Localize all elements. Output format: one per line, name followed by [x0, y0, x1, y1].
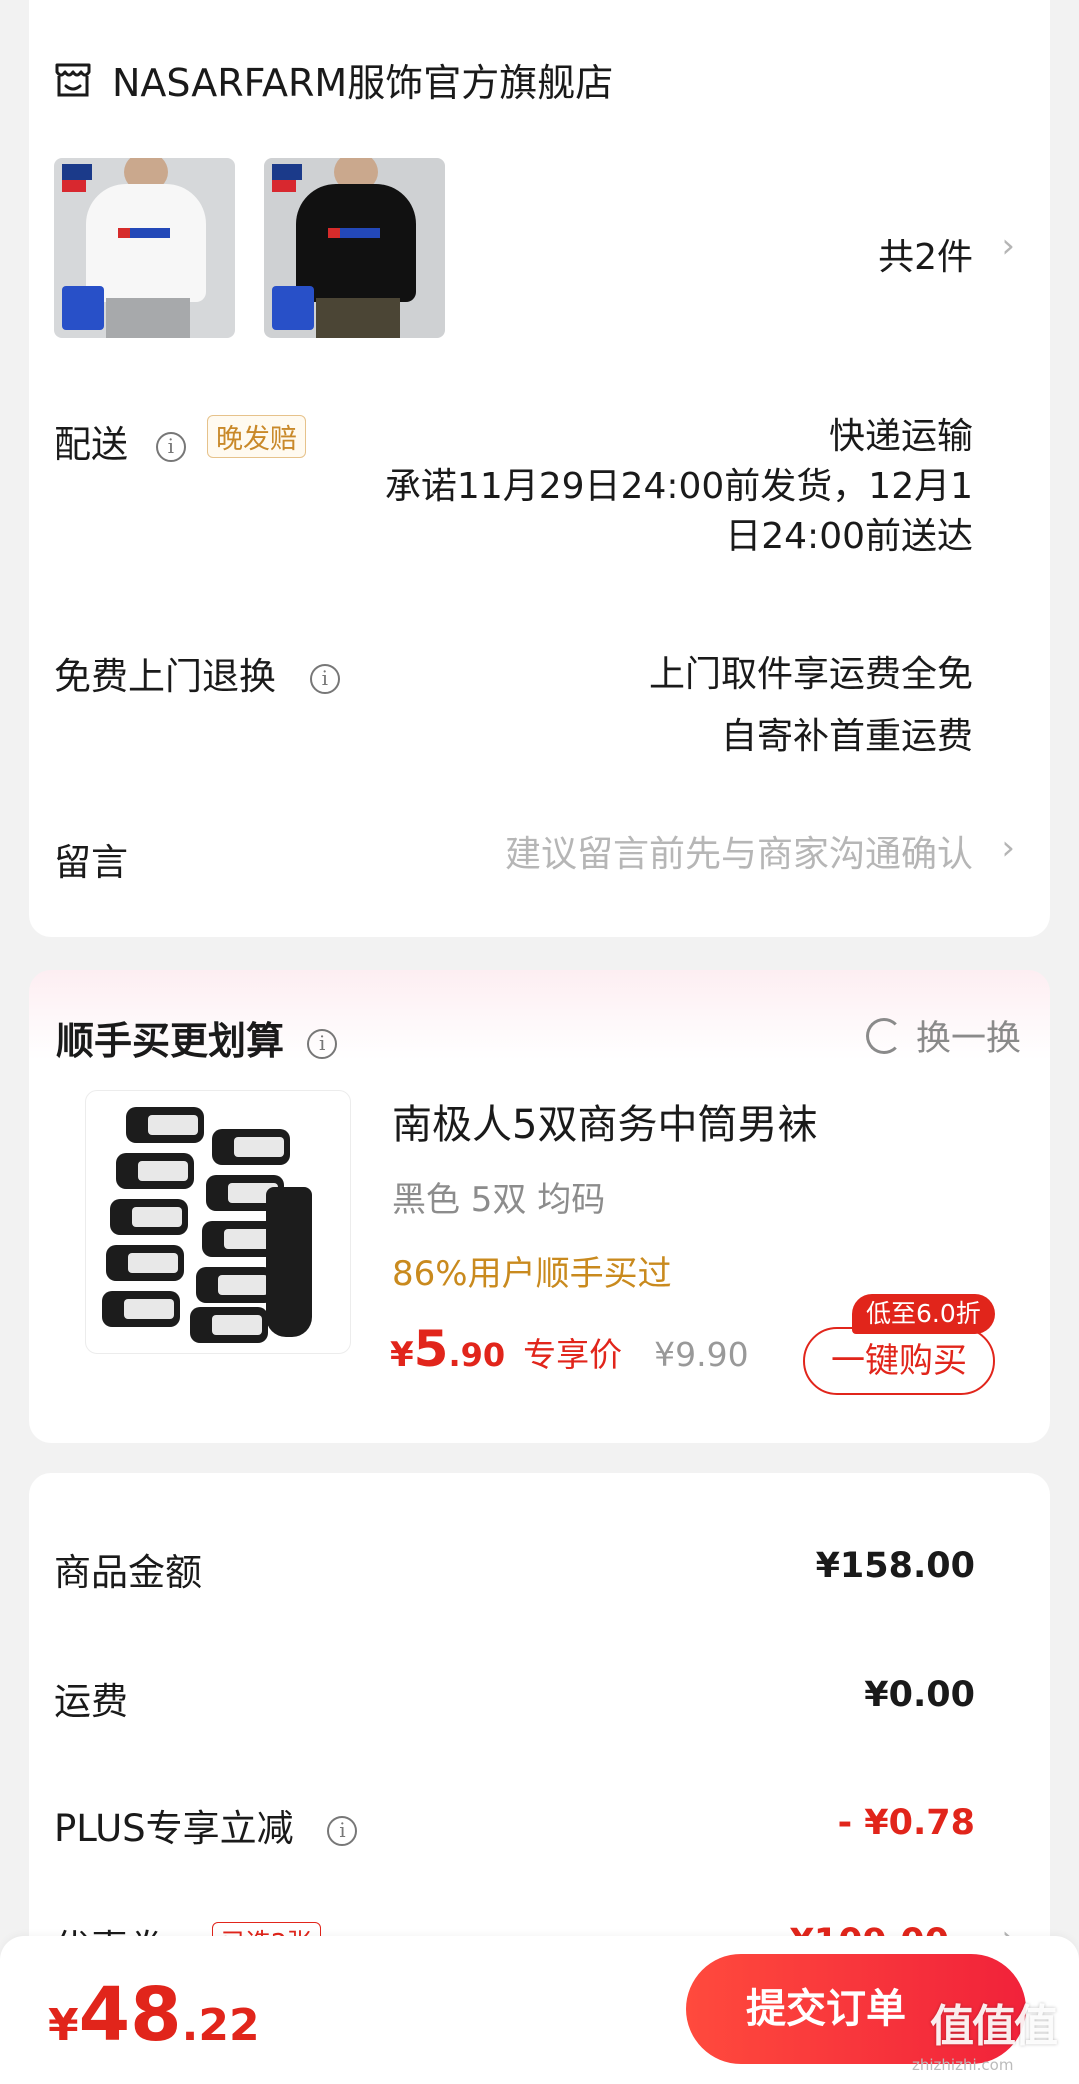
watermark-logo: 值值值 [930, 2001, 1058, 2052]
chevron-right-icon[interactable]: › [1001, 226, 1015, 266]
store-name: NASARFARM服饰官方旗舰店 [112, 61, 614, 105]
store-icon [55, 63, 91, 96]
product-thumbnail[interactable] [264, 158, 445, 338]
item-count[interactable]: 共2件 [878, 228, 973, 280]
delivery-row-label: 配送 i [54, 414, 186, 468]
price-currency: ¥ [390, 1335, 414, 1375]
one-click-buy-button[interactable]: 一键购买 [803, 1327, 995, 1395]
plus-discount-label: PLUS专享立减 [54, 1807, 294, 1850]
shipping-value: ¥0.00 [864, 1675, 975, 1715]
returns-line1: 上门取件享运费全免 [648, 654, 973, 695]
delivery-label: 配送 [54, 423, 128, 466]
late-compensation-badge: 晚发赔 [207, 415, 306, 458]
chevron-right-icon[interactable]: › [1001, 828, 1015, 868]
total-decimal: .22 [181, 2000, 260, 2051]
goods-amount-value: ¥158.00 [815, 1546, 975, 1586]
returns-line2: 自寄补首重运费 [720, 716, 973, 757]
info-icon[interactable]: i [327, 1815, 358, 1846]
plus-discount-row-label: PLUS专享立减 i [54, 1798, 358, 1852]
delivery-method: 快递运输 [828, 416, 973, 457]
shipping-label: 运费 [54, 1680, 128, 1723]
exclusive-price-label: 专享价 [523, 1335, 623, 1374]
total-integer: 48 [78, 1972, 182, 2058]
delivery-info[interactable]: 快递运输 承诺11月29日24:00前发货，12月1 日24:00前送达 [385, 412, 973, 562]
upsell-social-proof: 86%用户顺手买过 [392, 1254, 672, 1294]
price-decimal: .90 [448, 1336, 506, 1374]
swap-button[interactable]: 换一换 [865, 1010, 1021, 1061]
returns-row-label: 免费上门退换 i [54, 646, 340, 700]
price-integer: 5 [413, 1320, 449, 1378]
upsell-product-title[interactable]: 南极人5双商务中筒男袜 [392, 1092, 817, 1150]
swap-label: 换一换 [915, 1019, 1021, 1059]
refresh-icon [865, 1017, 902, 1054]
goods-amount-label: 商品金额 [54, 1551, 202, 1594]
info-icon[interactable]: i [307, 1028, 338, 1059]
upsell-product-spec: 黑色 5双 均码 [392, 1180, 606, 1220]
store-header[interactable]: NASARFARM服饰官方旗舰店 [54, 52, 613, 107]
info-icon[interactable]: i [155, 431, 186, 462]
upsell-product-image[interactable] [85, 1090, 351, 1354]
discount-tag: 低至6.0折 [852, 1294, 995, 1334]
plus-discount-value: - ¥0.78 [837, 1803, 975, 1843]
total-currency: ¥ [48, 2000, 79, 2051]
upsell-title-row: 顺手买更划算 i [56, 1010, 338, 1065]
upsell-price: ¥ 5 .90 专享价 ¥9.90 [390, 1320, 749, 1378]
delivery-promise-line1: 承诺11月29日24:00前发货，12月1 [384, 466, 973, 507]
total-price: ¥ 48 .22 [48, 1972, 260, 2058]
upsell-title: 顺手买更划算 [56, 1019, 285, 1063]
delivery-promise-line2: 日24:00前送达 [725, 516, 973, 557]
info-icon[interactable]: i [309, 663, 340, 694]
message-input[interactable]: 建议留言前先与商家沟通确认 [505, 830, 973, 880]
watermark-url: zhizhizhi.com [912, 2056, 1014, 2074]
returns-info: 上门取件享运费全免 自寄补首重运费 [649, 644, 973, 768]
message-label: 留言 [54, 841, 128, 884]
product-thumbnail[interactable] [54, 158, 235, 338]
original-price: ¥9.90 [654, 1335, 749, 1374]
returns-label: 免费上门退换 [54, 655, 276, 698]
